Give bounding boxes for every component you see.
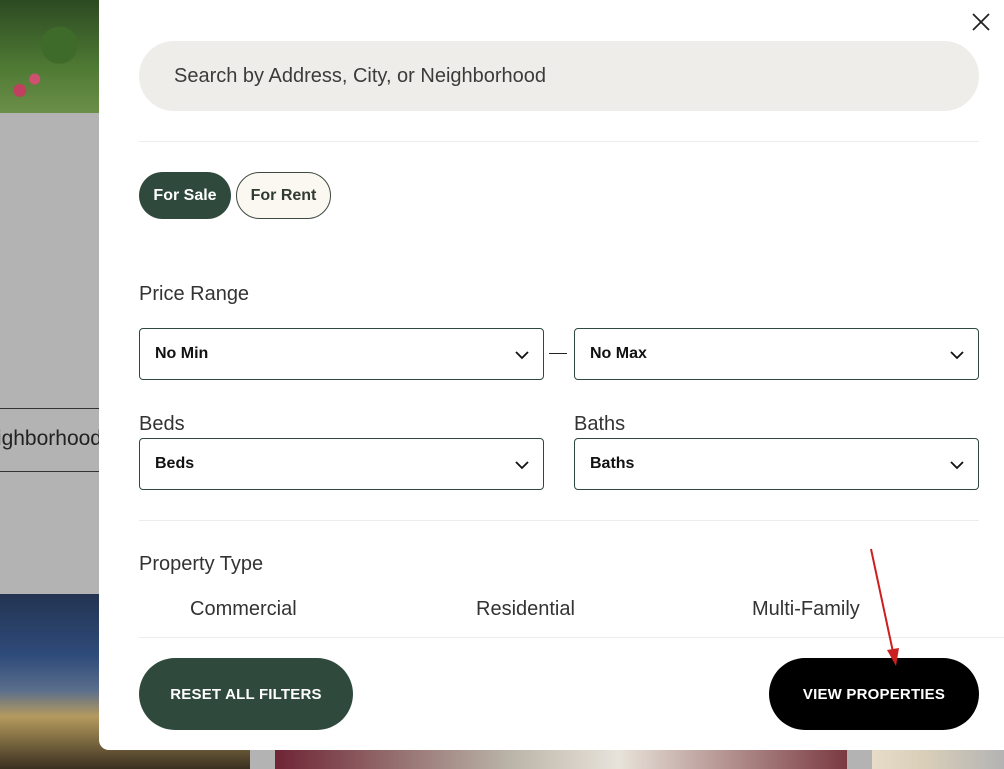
max-price-value: No Max	[590, 345, 647, 362]
beds-value: Beds	[155, 455, 195, 472]
background-overlay	[0, 113, 99, 594]
view-properties-button[interactable]: VIEW PROPERTIES	[769, 658, 979, 730]
min-price-select[interactable]: No Min	[139, 328, 544, 380]
baths-value: Baths	[590, 455, 635, 472]
property-type-multi-family[interactable]: Multi-Family	[752, 598, 860, 621]
close-button[interactable]	[970, 11, 992, 33]
baths-label: Baths	[574, 413, 626, 435]
background-search-input: eighborhood	[0, 408, 99, 472]
for-sale-toggle[interactable]: For Sale	[139, 172, 231, 219]
background-property-photo	[275, 750, 847, 769]
divider	[139, 637, 1004, 638]
chevron-down-icon	[515, 351, 529, 360]
reset-filters-button[interactable]: RESET ALL FILTERS	[139, 658, 353, 730]
search-field[interactable]	[139, 41, 979, 111]
divider	[139, 141, 979, 142]
close-icon	[972, 13, 990, 31]
for-rent-toggle[interactable]: For Rent	[236, 172, 331, 219]
chevron-down-icon	[950, 351, 964, 360]
range-dash	[549, 353, 567, 354]
beds-label: Beds	[139, 413, 185, 435]
divider	[139, 520, 979, 521]
background-property-photo	[872, 750, 1004, 769]
property-type-commercial[interactable]: Commercial	[190, 598, 297, 621]
search-input[interactable]	[172, 63, 979, 89]
background-search-text: eighborhood	[0, 427, 99, 450]
chevron-down-icon	[950, 461, 964, 470]
min-price-value: No Min	[155, 345, 209, 362]
filter-modal: For Sale For Rent Price Range No Min No …	[99, 0, 1004, 750]
beds-select[interactable]: Beds	[139, 438, 544, 490]
property-type-label: Property Type	[139, 553, 264, 575]
baths-select[interactable]: Baths	[574, 438, 979, 490]
property-type-residential[interactable]: Residential	[476, 598, 575, 621]
price-range-label: Price Range	[139, 283, 250, 305]
chevron-down-icon	[515, 461, 529, 470]
background-property-photo	[0, 0, 99, 113]
max-price-select[interactable]: No Max	[574, 328, 979, 380]
